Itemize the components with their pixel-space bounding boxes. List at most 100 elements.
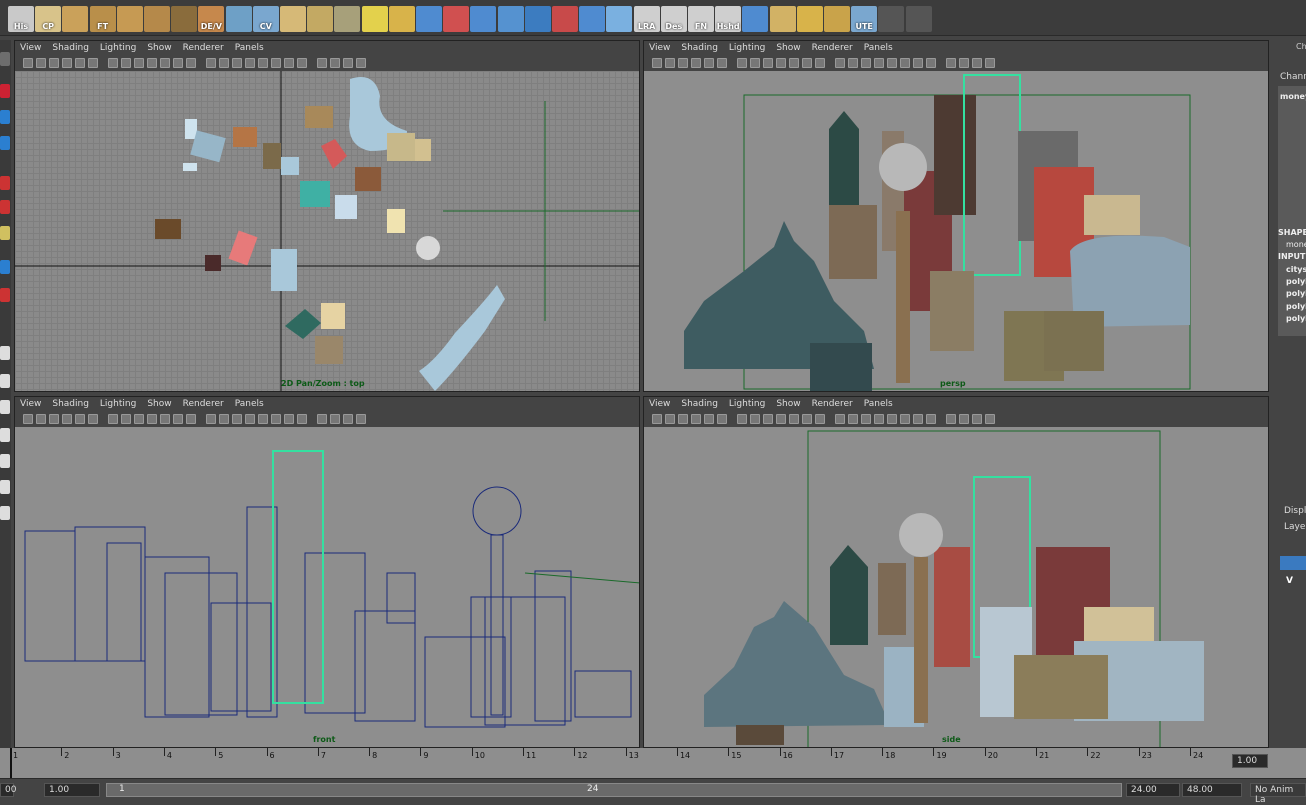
menu-shading[interactable]: Shading — [681, 43, 718, 53]
bend-icon[interactable] — [524, 6, 551, 32]
viewport-tool-icon[interactable] — [258, 58, 268, 68]
viewport-tool-icon[interactable] — [704, 414, 714, 424]
viewport-tool-icon[interactable] — [776, 414, 786, 424]
viewport-tool-icon[interactable] — [730, 58, 734, 68]
viewport-tool-icon[interactable] — [789, 58, 799, 68]
viewport-tool-icon[interactable] — [926, 414, 936, 424]
viewport-tool-icon[interactable] — [802, 58, 812, 68]
edge-blue-icon[interactable] — [470, 6, 497, 32]
viewport-tool-icon[interactable] — [199, 414, 203, 424]
mesh-a-icon[interactable] — [769, 6, 796, 32]
cube-cluster-icon[interactable] — [62, 6, 89, 32]
menu-view[interactable]: View — [649, 43, 670, 53]
viewport-tool-icon[interactable] — [199, 58, 203, 68]
viewport-tool-icon[interactable] — [121, 414, 131, 424]
viewport-tool-icon[interactable] — [750, 58, 760, 68]
viewport-tool-icon[interactable] — [134, 58, 144, 68]
viewport-tool-icon[interactable] — [310, 58, 314, 68]
shape-item[interactable]: mone — [1286, 240, 1306, 249]
viewport-tool-icon[interactable] — [206, 58, 216, 68]
viewport-tool-icon[interactable] — [861, 414, 871, 424]
viewport-canvas[interactable]: persp — [644, 71, 1268, 391]
circle-icon[interactable] — [742, 6, 769, 32]
spiral-red-icon[interactable] — [552, 6, 578, 32]
object-name[interactable]: money — [1280, 92, 1306, 101]
viewport-tool-icon[interactable] — [913, 414, 923, 424]
layout-two-icon[interactable] — [0, 400, 10, 414]
menu-lighting[interactable]: Lighting — [729, 43, 765, 53]
input-item[interactable]: citys — [1286, 265, 1306, 274]
viewport-tool-icon[interactable] — [297, 58, 307, 68]
viewport-canvas[interactable]: side — [644, 427, 1268, 747]
viewport-tool-icon[interactable] — [939, 414, 943, 424]
viewport-tool-icon[interactable] — [101, 414, 105, 424]
last-tool-icon[interactable] — [0, 260, 10, 274]
delete-vertex-icon[interactable]: DE/V — [198, 6, 225, 32]
box-icon[interactable] — [116, 6, 143, 32]
plane-icon[interactable] — [307, 6, 334, 32]
viewport-tool-icon[interactable] — [848, 58, 858, 68]
viewport-tool-icon[interactable] — [763, 58, 773, 68]
menu-show[interactable]: Show — [776, 43, 800, 53]
input-item[interactable]: polyl — [1286, 302, 1306, 311]
viewport-tool-icon[interactable] — [750, 414, 760, 424]
curve-points-icon[interactable] — [497, 6, 524, 32]
viewport-tool-icon[interactable] — [802, 414, 812, 424]
viewport-tool-icon[interactable] — [147, 414, 157, 424]
viewport-tool-icon[interactable] — [730, 414, 734, 424]
viewport-persp[interactable]: View Shading Lighting Show Renderer Pane… — [643, 40, 1269, 392]
viewport-tool-icon[interactable] — [789, 414, 799, 424]
wifi-a-icon[interactable] — [878, 6, 905, 32]
rotate-tool-icon[interactable] — [0, 110, 10, 124]
vertex-icon[interactable] — [416, 6, 442, 32]
viewport-canvas[interactable]: front — [15, 427, 639, 747]
viewport-tool-icon[interactable] — [343, 414, 353, 424]
menu-panels[interactable]: Panels — [235, 43, 264, 53]
display-tab[interactable]: Displ — [1284, 506, 1306, 516]
menu-lighting[interactable]: Lighting — [100, 43, 136, 53]
viewport-tool-icon[interactable] — [62, 414, 72, 424]
hardness-icon[interactable]: Hshd — [715, 6, 742, 32]
current-time-marker[interactable] — [10, 748, 12, 778]
curve-icon[interactable]: CV — [252, 6, 279, 32]
mesh-c-icon[interactable] — [824, 6, 850, 32]
anim-layer-menu[interactable]: No Anim La — [1250, 783, 1306, 805]
viewport-tool-icon[interactable] — [271, 414, 281, 424]
viewport-tool-icon[interactable] — [173, 414, 183, 424]
soft-mod-icon[interactable] — [0, 200, 10, 214]
menu-panels[interactable]: Panels — [864, 43, 893, 53]
viewport-tool-icon[interactable] — [828, 414, 832, 424]
show-manip-icon[interactable] — [0, 226, 10, 240]
viewport-tool-icon[interactable] — [88, 58, 98, 68]
channel-box-title[interactable]: Chann — [1280, 72, 1306, 82]
menu-show[interactable]: Show — [776, 399, 800, 409]
viewport-tool-icon[interactable] — [75, 414, 85, 424]
viewport-tool-icon[interactable] — [835, 58, 845, 68]
layout-single-icon[interactable] — [0, 346, 10, 360]
viewport-tool-icon[interactable] — [678, 58, 688, 68]
viewport-tool-icon[interactable] — [959, 58, 969, 68]
menu-show[interactable]: Show — [147, 399, 171, 409]
viewport-tool-icon[interactable] — [737, 414, 747, 424]
center-pivot-icon[interactable]: CP — [35, 6, 62, 32]
viewport-tool-icon[interactable] — [101, 58, 105, 68]
viewport-tool-icon[interactable] — [691, 414, 701, 424]
viewport-tool-icon[interactable] — [887, 414, 897, 424]
select-tool-icon[interactable] — [0, 52, 10, 66]
menu-view[interactable]: View — [20, 399, 41, 409]
viewport-tool-icon[interactable] — [330, 414, 340, 424]
viewport-tool-icon[interactable] — [815, 58, 825, 68]
viewport-tool-icon[interactable] — [258, 414, 268, 424]
input-item[interactable]: polyl — [1286, 314, 1306, 323]
viewport-tool-icon[interactable] — [828, 58, 832, 68]
viewport-tool-icon[interactable] — [815, 414, 825, 424]
menu-shading[interactable]: Shading — [52, 43, 89, 53]
viewport-tool-icon[interactable] — [108, 58, 118, 68]
time-slider[interactable]: 1 2 3 4 5 6 7 8 9 10 11 12 13 14 15 16 17 18 19 20 21 22 23 24 — [0, 748, 1306, 778]
history-icon[interactable]: His — [8, 6, 34, 32]
paint-icon[interactable] — [280, 6, 306, 32]
deselect-icon[interactable]: Des — [660, 6, 687, 32]
viewport-tool-icon[interactable] — [186, 58, 196, 68]
viewport-tool-icon[interactable] — [652, 58, 662, 68]
viewport-tool-icon[interactable] — [160, 58, 170, 68]
